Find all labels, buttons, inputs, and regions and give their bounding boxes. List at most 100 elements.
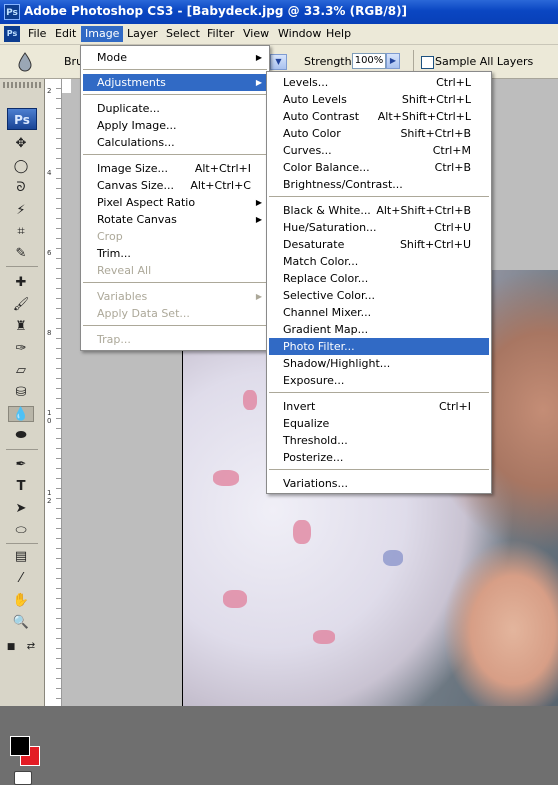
menu-item-desaturate[interactable]: Desaturate Shift+Ctrl+U — [269, 236, 489, 253]
menu-item-threshold[interactable]: Threshold... — [269, 432, 489, 449]
eyedropper-tool-icon[interactable]: ⁄ — [8, 571, 34, 587]
menu-item-image-size[interactable]: Image Size... Alt+Ctrl+I — [83, 160, 267, 177]
menu-item-label: Match Color... — [283, 255, 359, 268]
menu-item-levels[interactable]: Levels... Ctrl+L — [269, 74, 489, 91]
menu-item-exposure[interactable]: Exposure... — [269, 372, 489, 389]
menu-item-label: Trim... — [97, 247, 131, 260]
menu-item-label: Curves... — [283, 144, 332, 157]
clone-stamp-tool-icon[interactable]: ♜ — [8, 319, 34, 335]
menu-item-color-balance[interactable]: Color Balance... Ctrl+B — [269, 159, 489, 176]
menu-help[interactable]: Help — [322, 26, 355, 42]
menu-item-label: Exposure... — [283, 374, 345, 387]
menu-separator — [269, 469, 489, 470]
toolbox-grip[interactable] — [3, 82, 41, 88]
lasso-tool-icon[interactable]: ᘐ — [8, 180, 34, 196]
menu-separator — [83, 69, 267, 70]
healing-brush-tool-icon[interactable]: ✚ — [8, 275, 34, 291]
menu-item-label: Adjustments — [97, 76, 166, 89]
menu-view[interactable]: View — [239, 26, 273, 42]
menu-item-label: Auto Color — [283, 127, 341, 140]
menu-item-shortcut: Shift+Ctrl+L — [401, 93, 471, 106]
menu-item-mode[interactable]: Mode ▶ — [83, 49, 267, 66]
menu-item-calculations[interactable]: Calculations... — [83, 134, 267, 151]
crop-tool-icon[interactable]: ⌗ — [8, 224, 34, 240]
menu-item-reveal-all: Reveal All — [83, 262, 267, 279]
menu-separator — [269, 196, 489, 197]
menu-item-label: Brightness/Contrast... — [283, 178, 403, 191]
menu-item-shortcut: Ctrl+M — [432, 144, 471, 157]
menu-item-selective-color[interactable]: Selective Color... — [269, 287, 489, 304]
menu-image[interactable]: Image — [81, 26, 124, 42]
menu-edit[interactable]: Edit — [51, 26, 80, 42]
menu-item-auto-contrast[interactable]: Auto Contrast Alt+Shift+Ctrl+L — [269, 108, 489, 125]
blur-tool-icon[interactable]: 💧 — [8, 406, 34, 422]
menu-layer[interactable]: Layer — [123, 26, 162, 42]
default-colors-icon[interactable]: ■ — [4, 639, 18, 655]
menu-item-label: Threshold... — [283, 434, 348, 447]
mode-dropdown-arrow[interactable]: ▼ — [270, 54, 287, 70]
vertical-ruler[interactable]: 2 4 6 8 1 0 1 2 — [45, 79, 62, 706]
zoom-tool-icon[interactable]: 🔍 — [8, 615, 34, 631]
menu-item-brightness-contrast[interactable]: Brightness/Contrast... — [269, 176, 489, 193]
menu-item-posterize[interactable]: Posterize... — [269, 449, 489, 466]
menu-item-pixel-aspect-ratio[interactable]: Pixel Aspect Ratio ▶ — [83, 194, 267, 211]
blur-drop-icon[interactable] — [16, 52, 34, 72]
menu-item-black-white[interactable]: Black & White... Alt+Shift+Ctrl+B — [269, 202, 489, 219]
title-bar: Ps Adobe Photoshop CS3 - [Babydeck.jpg @… — [0, 0, 558, 24]
menu-item-variables: Variables ▶ — [83, 288, 267, 305]
image-menu: Mode ▶ Adjustments ▶ Duplicate... Apply … — [80, 45, 270, 351]
menu-item-auto-color[interactable]: Auto Color Shift+Ctrl+B — [269, 125, 489, 142]
menu-item-label: Desaturate — [283, 238, 345, 251]
menu-item-channel-mixer[interactable]: Channel Mixer... — [269, 304, 489, 321]
menu-item-gradient-map[interactable]: Gradient Map... — [269, 321, 489, 338]
quick-mask-icon[interactable] — [14, 771, 32, 785]
menu-item-auto-levels[interactable]: Auto Levels Shift+Ctrl+L — [269, 91, 489, 108]
menu-item-shadow-highlight[interactable]: Shadow/Highlight... — [269, 355, 489, 372]
foreground-color-swatch[interactable] — [10, 736, 30, 756]
menu-file[interactable]: File — [24, 26, 50, 42]
swap-colors-icon[interactable]: ⇄ — [24, 639, 38, 655]
menu-item-photo-filter[interactable]: Photo Filter... — [269, 338, 489, 355]
sample-all-layers-label[interactable]: Sample All Layers — [435, 55, 533, 68]
slice-tool-icon[interactable]: ✎ — [8, 246, 34, 262]
menu-filter[interactable]: Filter — [203, 26, 238, 42]
menu-item-duplicate[interactable]: Duplicate... — [83, 100, 267, 117]
history-brush-tool-icon[interactable]: ✑ — [8, 341, 34, 357]
pen-tool-icon[interactable]: ✒ — [8, 457, 34, 473]
menu-item-label: Auto Contrast — [283, 110, 360, 123]
shape-tool-icon[interactable]: ⬭ — [8, 523, 34, 539]
type-tool-icon[interactable]: T — [8, 479, 34, 495]
menu-item-variations[interactable]: Variations... — [269, 475, 489, 492]
notes-tool-icon[interactable]: ▤ — [8, 549, 34, 565]
path-selection-tool-icon[interactable]: ➤ — [8, 501, 34, 517]
menu-item-curves[interactable]: Curves... Ctrl+M — [269, 142, 489, 159]
menu-item-trim[interactable]: Trim... — [83, 245, 267, 262]
menu-item-rotate-canvas[interactable]: Rotate Canvas ▶ — [83, 211, 267, 228]
strength-input[interactable]: 100% — [352, 53, 386, 69]
eraser-tool-icon[interactable]: ▱ — [8, 363, 34, 379]
menu-item-hue-saturation[interactable]: Hue/Saturation... Ctrl+U — [269, 219, 489, 236]
menu-item-equalize[interactable]: Equalize — [269, 415, 489, 432]
menu-item-adjustments[interactable]: Adjustments ▶ — [83, 74, 267, 91]
dodge-tool-icon[interactable]: ⬬ — [8, 428, 34, 444]
menu-window[interactable]: Window — [274, 26, 325, 42]
document-icon[interactable]: Ps — [4, 26, 20, 42]
menu-select[interactable]: Select — [162, 26, 204, 42]
menu-item-match-color[interactable]: Match Color... — [269, 253, 489, 270]
menu-item-apply-image[interactable]: Apply Image... — [83, 117, 267, 134]
hand-tool-icon[interactable]: ✋ — [8, 593, 34, 609]
photoshop-app-icon[interactable]: Ps — [4, 4, 20, 20]
ruler-number: 1 — [47, 489, 52, 497]
paint-bucket-tool-icon[interactable]: ⛁ — [8, 385, 34, 401]
menu-item-shortcut: Shift+Ctrl+U — [399, 238, 471, 251]
strength-slider-button[interactable]: ▶ — [386, 53, 400, 69]
move-tool-icon[interactable]: ✥ — [8, 136, 34, 152]
brush-tool-icon[interactable]: 🖌 — [8, 297, 34, 313]
marquee-tool-icon[interactable]: ◯ — [8, 159, 34, 175]
menu-item-invert[interactable]: Invert Ctrl+I — [269, 398, 489, 415]
menu-item-replace-color[interactable]: Replace Color... — [269, 270, 489, 287]
photoshop-badge-icon[interactable]: Ps — [7, 108, 37, 130]
menu-item-canvas-size[interactable]: Canvas Size... Alt+Ctrl+C — [83, 177, 267, 194]
magic-wand-tool-icon[interactable]: ⚡ — [8, 203, 34, 219]
sample-all-layers-checkbox[interactable] — [421, 56, 434, 69]
